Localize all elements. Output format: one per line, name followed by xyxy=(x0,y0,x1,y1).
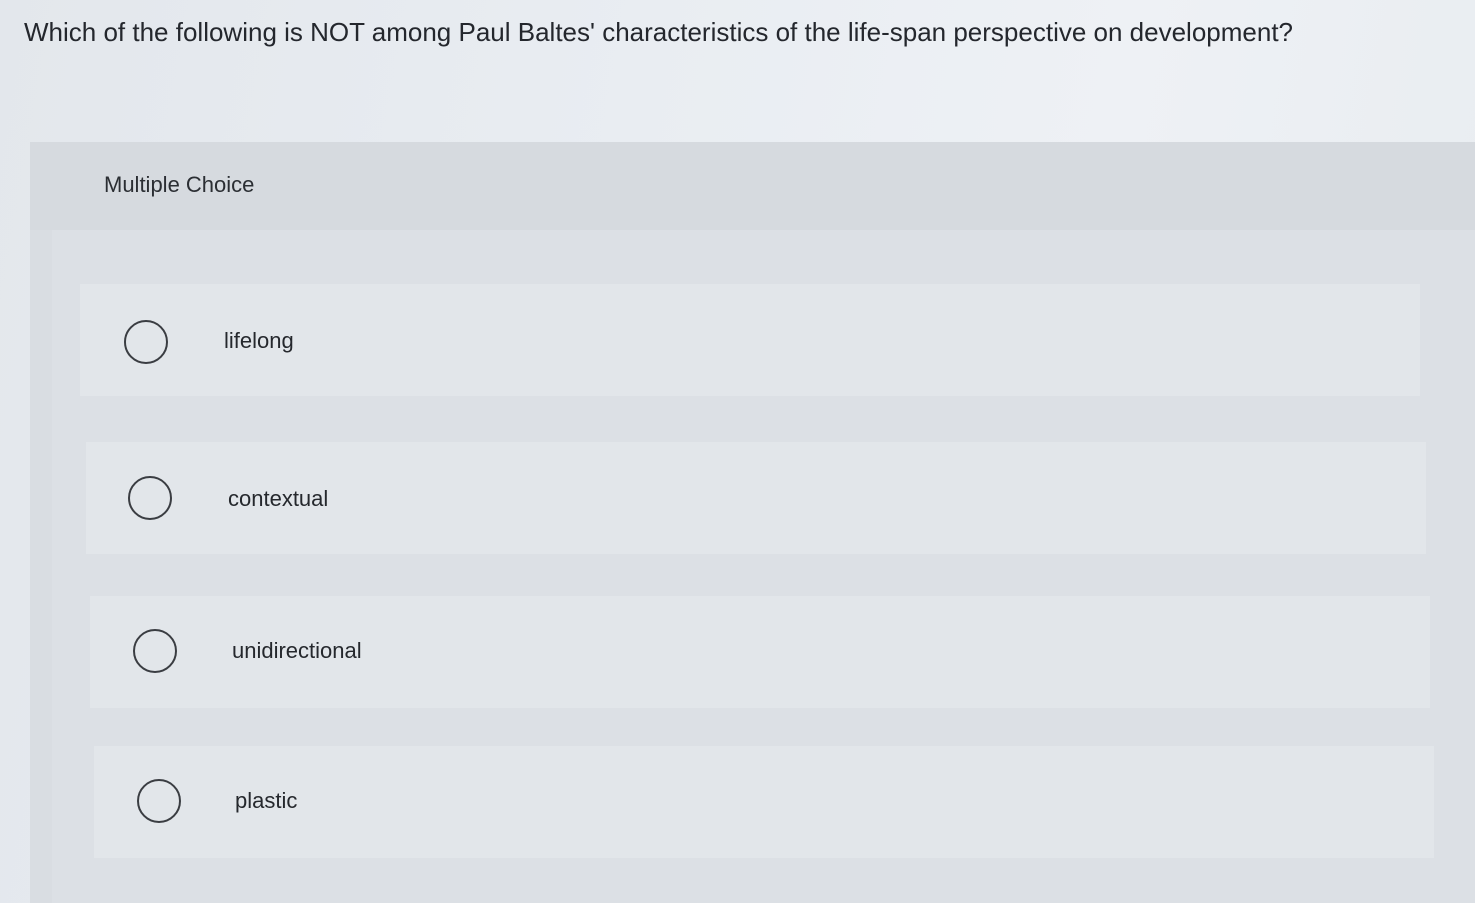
option-unidirectional[interactable]: unidirectional xyxy=(90,596,1430,708)
option-lifelong[interactable]: lifelong xyxy=(80,284,1420,396)
radio-button[interactable] xyxy=(133,629,177,673)
multiple-choice-panel: Multiple Choice lifelong contextual unid… xyxy=(30,142,1475,903)
option-label: contextual xyxy=(228,486,329,511)
answer-options: lifelong contextual unidirectional plast… xyxy=(52,230,1475,903)
question-text: Which of the following is NOT among Paul… xyxy=(24,17,1294,47)
question-type-label: Multiple Choice xyxy=(104,172,255,197)
radio-button[interactable] xyxy=(128,476,172,520)
radio-button[interactable] xyxy=(137,779,181,823)
radio-button[interactable] xyxy=(124,320,168,364)
option-label: unidirectional xyxy=(232,638,362,663)
option-contextual[interactable]: contextual xyxy=(86,442,1426,554)
option-plastic[interactable]: plastic xyxy=(94,746,1434,858)
option-label: plastic xyxy=(235,788,298,813)
panel-header: Multiple Choice xyxy=(30,142,1475,230)
option-label: lifelong xyxy=(224,328,294,353)
